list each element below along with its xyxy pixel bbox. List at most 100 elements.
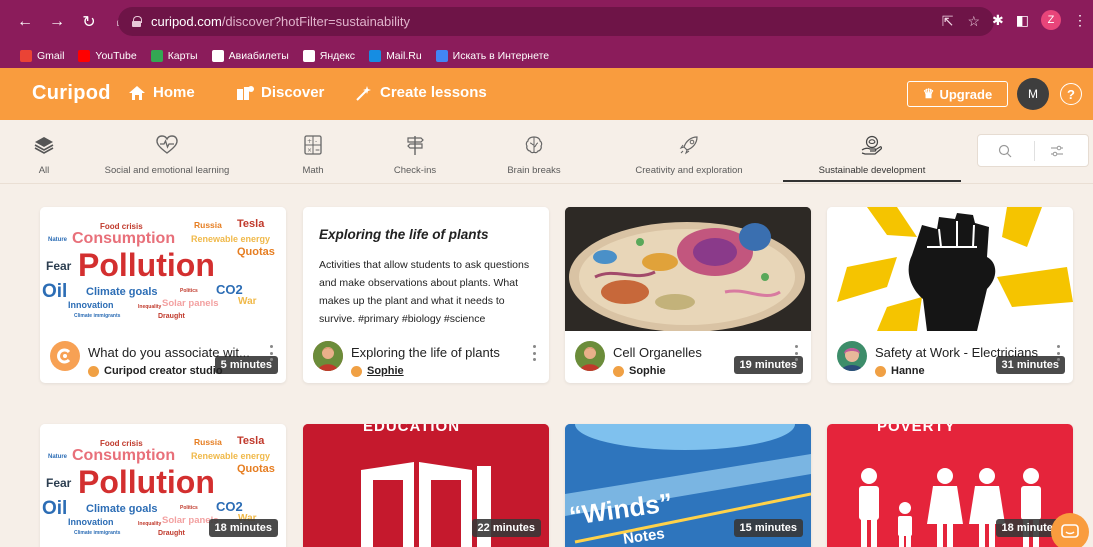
lesson-card[interactable]: 31 minutes Safety at Work - Electricians… — [827, 207, 1073, 383]
creator-avatar — [575, 341, 605, 371]
lesson-card[interactable]: POVERTY 18 minutes — [827, 424, 1073, 547]
sidepanel-icon[interactable]: ◧ — [1016, 12, 1029, 29]
bookmark-label: Gmail — [37, 49, 65, 62]
upgrade-label: Upgrade — [939, 86, 993, 102]
category-label: All — [38, 165, 50, 176]
extensions-icon[interactable]: ✱ — [992, 12, 1004, 29]
wordcloud-word: Nature — [48, 237, 68, 243]
discover-icon — [237, 85, 254, 100]
category-check-ins[interactable]: Check-ins — [390, 120, 440, 182]
banner-text: EDUCATION — [363, 424, 461, 435]
wordcloud-word: Quotas — [237, 246, 275, 258]
search-filter-box — [977, 134, 1089, 167]
author-name: Curipod creator studio — [104, 365, 223, 377]
category-creativity[interactable]: Creativity and exploration — [628, 120, 750, 182]
lesson-author[interactable]: Sophie — [351, 365, 404, 377]
category-all[interactable]: All — [30, 120, 58, 182]
wordcloud-word: Politics — [180, 505, 198, 511]
bookmark-item[interactable]: Gmail — [20, 49, 65, 62]
lesson-author[interactable]: Hanne — [875, 365, 925, 377]
filter-sliders-icon[interactable] — [1050, 145, 1064, 157]
chat-support-button[interactable] — [1051, 513, 1089, 547]
signpost-icon — [404, 134, 426, 156]
back-icon[interactable]: ← — [14, 11, 36, 33]
upgrade-button[interactable]: ♛ Upgrade — [907, 81, 1008, 107]
lesson-card[interactable]: Food crisis Russia Tesla Nature Consumption R… — [40, 207, 286, 383]
bookmark-favicon-icon — [211, 49, 224, 62]
wordcloud-word: Climate immigrants — [74, 530, 121, 536]
hand-plant-icon — [861, 134, 883, 156]
wordcloud-word: Draught — [158, 313, 185, 320]
more-options-icon[interactable] — [533, 345, 537, 361]
animal-cell-illustration — [565, 207, 811, 331]
address-bar[interactable]: curipod.com/discover?hotFilter=sustainab… — [118, 7, 994, 36]
rocket-icon — [678, 134, 700, 156]
chat-icon — [1061, 524, 1079, 538]
lesson-card[interactable]: Food crisis Russia Tesla Nature Consumption R… — [40, 424, 286, 547]
lesson-title[interactable]: What do you associate wit... — [88, 345, 266, 360]
divider — [1034, 141, 1035, 161]
more-options-icon[interactable] — [795, 345, 799, 361]
curipod-logo[interactable]: Curipod — [32, 82, 111, 105]
author-name: Sophie — [367, 365, 404, 377]
wordcloud-word: Oil — [42, 498, 68, 519]
star-icon[interactable]: ☆ — [967, 13, 980, 30]
lesson-author[interactable]: Sophie — [613, 365, 666, 377]
reload-icon[interactable]: ↻ — [78, 11, 100, 33]
lesson-card[interactable]: “Winds” Notes 15 minutes — [565, 424, 811, 547]
lesson-title[interactable]: Cell Organelles — [613, 345, 791, 360]
bookmark-item[interactable]: Яндекс — [302, 49, 355, 62]
category-label: Math — [302, 165, 324, 176]
user-avatar[interactable]: M — [1017, 78, 1049, 110]
bookmark-item[interactable]: Карты — [150, 49, 198, 62]
heart-pulse-icon — [156, 134, 178, 156]
creator-avatar — [313, 341, 343, 371]
brain-icon — [523, 134, 545, 156]
more-options-icon[interactable] — [270, 345, 274, 361]
wordcloud-word: Quotas — [237, 463, 275, 475]
svg-text:+: + — [307, 138, 312, 145]
bookmark-item[interactable]: YouTube — [78, 49, 137, 62]
duration-badge: 18 minutes — [208, 519, 278, 537]
browser-toolbar: ← → ↻ ⌂ curipod.com/discover?hotFilter=s… — [0, 0, 1093, 43]
wordcloud-word: CO2 — [216, 282, 243, 297]
category-brain-breaks[interactable]: Brain breaks — [503, 120, 565, 182]
menu-icon[interactable]: ⋮ — [1073, 12, 1087, 29]
category-sustainable-development[interactable]: Sustainable development — [783, 120, 961, 182]
help-icon[interactable]: ? — [1060, 83, 1082, 105]
forward-icon[interactable]: → — [46, 11, 68, 33]
category-math[interactable]: + - × = Math — [296, 120, 330, 182]
duration-badge: 15 minutes — [733, 519, 803, 537]
wordcloud-word: War — [238, 296, 257, 307]
category-social-emotional[interactable]: Social and emotional learning — [98, 120, 236, 182]
lesson-author[interactable]: Curipod creator studio — [88, 365, 223, 377]
lesson-card[interactable]: EDUCATION 22 minutes — [303, 424, 549, 547]
wordcloud-word: Inequality — [138, 304, 162, 310]
more-options-icon[interactable] — [1057, 345, 1061, 361]
bookmark-item[interactable]: Mail.Ru — [369, 49, 422, 62]
nav-create-label: Create lessons — [380, 84, 487, 101]
lesson-card[interactable]: 19 minutes Cell Organelles Sophie — [565, 207, 811, 383]
share-icon[interactable]: ⇱ — [942, 13, 954, 30]
author-name: Hanne — [891, 365, 925, 377]
wordcloud-word: Fear — [46, 476, 72, 490]
wordcloud-word: Innovation — [68, 517, 114, 527]
search-icon[interactable] — [998, 144, 1012, 158]
nav-discover[interactable]: Discover — [236, 84, 324, 101]
lesson-title[interactable]: Exploring the life of plants — [351, 345, 529, 360]
lesson-card[interactable]: Exploring the life of plants Activities … — [303, 207, 549, 383]
lesson-title[interactable]: Safety at Work - Electricians — [875, 345, 1053, 360]
wordcloud-word: Consumption — [72, 447, 176, 464]
bookmark-item[interactable]: Авиабилеты — [211, 49, 289, 62]
bookmark-favicon-icon — [435, 49, 448, 62]
bookmark-favicon-icon — [20, 49, 32, 62]
nav-create-lessons[interactable]: Create lessons — [355, 84, 487, 101]
text-preview-thumbnail: Exploring the life of plants Activities … — [303, 207, 549, 331]
wordcloud-word: Draught — [158, 530, 185, 537]
profile-avatar[interactable]: Z — [1041, 10, 1061, 30]
nav-home[interactable]: Home — [128, 84, 195, 101]
bookmark-label: Авиабилеты — [228, 49, 289, 62]
bookmark-item[interactable]: Искать в Интернете — [435, 49, 549, 62]
svg-text:×: × — [307, 147, 312, 154]
wordcloud-thumbnail: Food crisis Russia Tesla Nature Consumption R… — [40, 207, 286, 331]
